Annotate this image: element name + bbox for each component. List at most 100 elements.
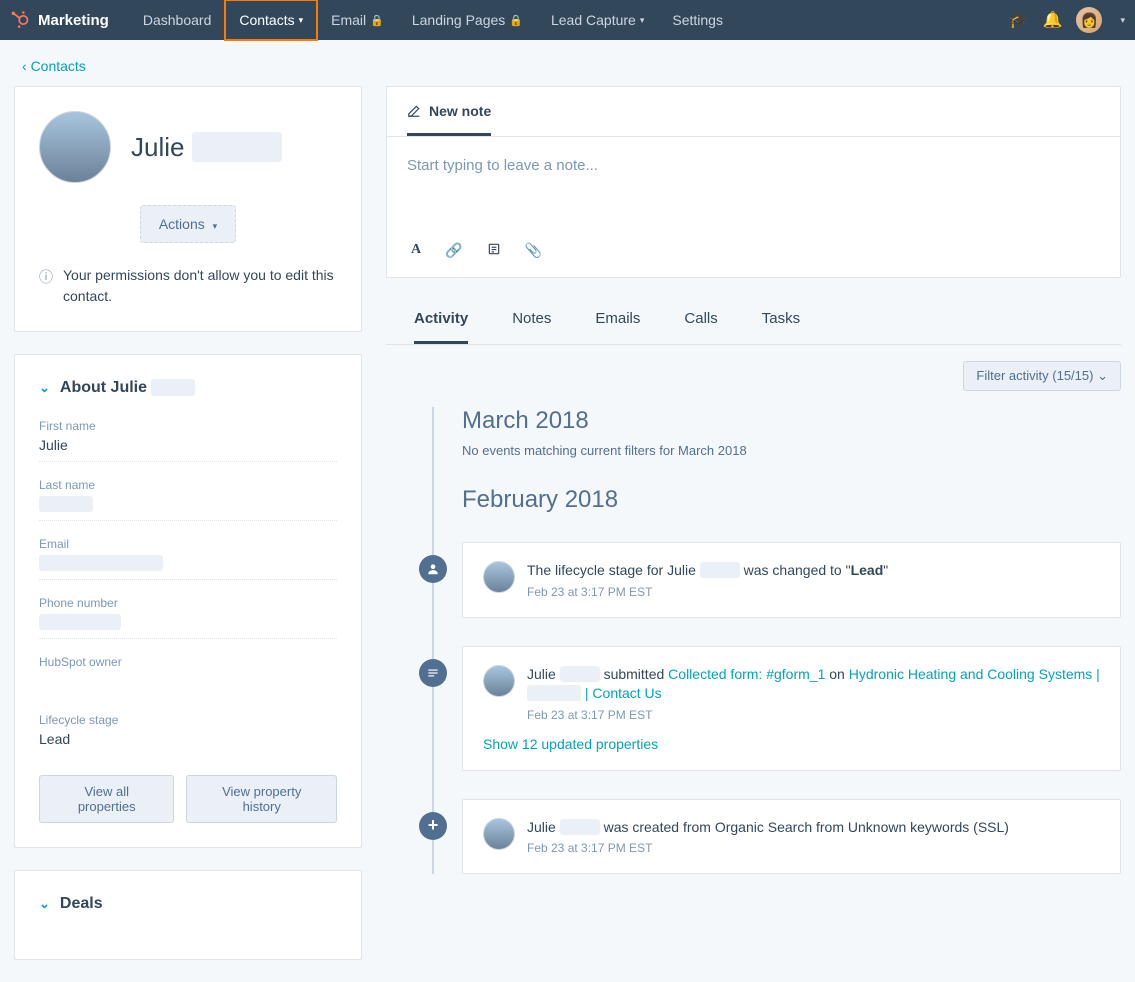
contact-last-name-redacted	[192, 132, 282, 162]
event-time: Feb 23 at 3:17 PM EST	[527, 585, 888, 599]
caret-down-icon[interactable]: ▾	[1120, 15, 1125, 26]
event-lifecycle-change[interactable]: The lifecycle stage for Julie was change…	[462, 542, 1121, 618]
nav-dashboard[interactable]: Dashboard	[129, 0, 226, 40]
nav-settings[interactable]: Settings	[658, 0, 737, 40]
nav-contacts[interactable]: Contacts▾	[225, 0, 317, 40]
event-contact-created[interactable]: + Julie was created from Organic Search …	[462, 799, 1121, 875]
nav-items: Dashboard Contacts▾ Email🔒 Landing Pages…	[129, 0, 1009, 40]
text: on	[825, 666, 848, 682]
show-updated-properties-link[interactable]: Show 12 updated properties	[483, 736, 1100, 752]
link-icon[interactable]: 🔗	[445, 242, 462, 259]
field-label: First name	[39, 419, 337, 433]
note-card: New note A 🔗 📎	[386, 86, 1121, 278]
new-note-tab[interactable]: New note	[407, 103, 491, 136]
field-last-name[interactable]: Last name	[39, 478, 337, 521]
lock-icon: 🔒	[370, 14, 384, 27]
deals-card: ⌄ Deals	[14, 870, 362, 960]
nav-label: Dashboard	[143, 12, 212, 28]
text: "	[883, 562, 888, 578]
brand-label: Marketing	[38, 12, 109, 29]
field-label: Lifecycle stage	[39, 713, 337, 727]
academy-icon[interactable]: 🎓	[1009, 10, 1029, 30]
event-text: Julie submitted Collected form: #gform_1…	[527, 665, 1100, 704]
user-avatar[interactable]: 👩	[1076, 7, 1102, 33]
text: submitted	[600, 666, 668, 682]
timeline: March 2018 No events matching current fi…	[386, 407, 1121, 874]
field-value: Lead	[39, 731, 337, 749]
event-text: Julie was created from Organic Search fr…	[527, 818, 1009, 838]
text: | Contact Us	[581, 685, 662, 701]
about-header-text: About Julie	[60, 379, 147, 396]
nav-landing-pages[interactable]: Landing Pages🔒	[398, 0, 537, 40]
tab-notes[interactable]: Notes	[512, 296, 551, 344]
view-property-history-button[interactable]: View property history	[186, 775, 337, 823]
deals-header[interactable]: ⌄ Deals	[39, 895, 337, 913]
filter-activity-button[interactable]: Filter activity (15/15) ⌄	[963, 361, 1121, 391]
event-avatar	[483, 818, 515, 850]
field-first-name[interactable]: First name Julie	[39, 419, 337, 462]
field-email[interactable]: Email	[39, 537, 337, 580]
tab-tasks[interactable]: Tasks	[762, 296, 800, 344]
activity-tabs: Activity Notes Emails Calls Tasks	[386, 296, 1121, 345]
event-form-submission[interactable]: Julie submitted Collected form: #gform_1…	[462, 646, 1121, 771]
breadcrumb-contacts[interactable]: Contacts	[22, 58, 86, 74]
sidebar: Julie Actions ▾ ⓘ Your permissions don't…	[14, 86, 362, 982]
form-link[interactable]: Collected form: #gform_1	[668, 666, 825, 682]
note-input[interactable]	[407, 157, 1100, 217]
view-all-properties-button[interactable]: View all properties	[39, 775, 174, 823]
text-bold: Lead	[851, 562, 884, 578]
deals-header-text: Deals	[60, 895, 103, 913]
note-body	[387, 137, 1120, 242]
field-value: Julie	[39, 437, 337, 455]
info-icon: ⓘ	[39, 267, 53, 307]
nav-lead-capture[interactable]: Lead Capture▾	[537, 0, 658, 40]
timeline-march: March 2018 No events matching current fi…	[462, 407, 1121, 458]
event-avatar	[483, 561, 515, 593]
text-format-icon[interactable]: A	[411, 242, 421, 259]
contact-first-name: Julie	[131, 132, 184, 162]
bell-icon[interactable]: 🔔	[1043, 10, 1063, 30]
tab-activity[interactable]: Activity	[414, 296, 468, 344]
timeline-february: February 2018 The lifecycle stage for Ju…	[462, 486, 1121, 874]
permission-notice: ⓘ Your permissions don't allow you to ed…	[39, 265, 337, 307]
nav-label: Settings	[672, 12, 723, 28]
nav-label: Landing Pages	[412, 12, 505, 28]
permission-text: Your permissions don't allow you to edit…	[63, 265, 337, 307]
nav-right: 🎓 🔔 👩 ▾	[1009, 7, 1125, 33]
text: Hydronic Heating and Cooling Systems |	[849, 666, 1100, 682]
month-heading: February 2018	[462, 486, 1121, 514]
about-header[interactable]: ⌄ About Julie	[39, 379, 337, 397]
note-toolbar: A 🔗 📎	[387, 242, 1120, 277]
event-row: Julie was created from Organic Search fr…	[483, 818, 1100, 856]
tab-emails[interactable]: Emails	[595, 296, 640, 344]
actions-button[interactable]: Actions ▾	[140, 205, 236, 243]
contact-avatar	[39, 111, 111, 183]
month-empty-text: No events matching current filters for M…	[462, 443, 1121, 458]
redacted	[560, 819, 600, 835]
field-lifecycle[interactable]: Lifecycle stage Lead	[39, 713, 337, 755]
hubspot-logo-icon	[10, 10, 30, 30]
snippet-icon[interactable]	[487, 242, 501, 259]
event-time: Feb 23 at 3:17 PM EST	[527, 841, 1009, 855]
caret-down-icon: ▾	[299, 15, 304, 26]
field-value	[39, 614, 337, 632]
field-phone[interactable]: Phone number	[39, 596, 337, 639]
timeline-line	[432, 407, 434, 874]
attachment-icon[interactable]: 📎	[525, 242, 542, 259]
field-label: Last name	[39, 478, 337, 492]
event-avatar	[483, 665, 515, 697]
field-value	[39, 673, 337, 691]
about-header-redacted	[151, 379, 195, 396]
text: was changed to "	[740, 562, 851, 578]
redacted	[39, 496, 93, 512]
plus-icon: +	[419, 812, 447, 840]
field-label: Phone number	[39, 596, 337, 610]
field-owner[interactable]: HubSpot owner	[39, 655, 337, 697]
contact-name: Julie	[131, 132, 282, 163]
contact-icon	[419, 555, 447, 583]
tab-calls[interactable]: Calls	[684, 296, 717, 344]
about-card: ⌄ About Julie First name Julie Last name…	[14, 354, 362, 848]
field-label: Email	[39, 537, 337, 551]
top-nav: Marketing Dashboard Contacts▾ Email🔒 Lan…	[0, 0, 1135, 40]
nav-email[interactable]: Email🔒	[317, 0, 398, 40]
